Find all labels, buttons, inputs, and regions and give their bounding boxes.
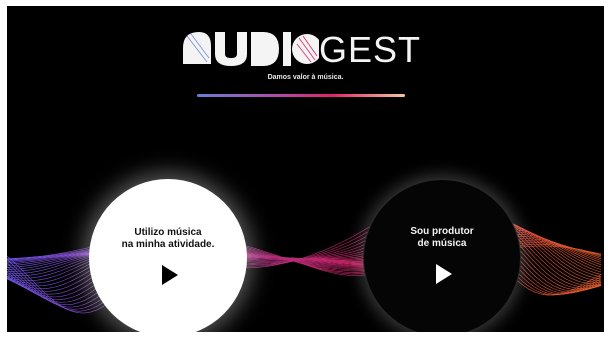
logo-wordmark: GEST bbox=[319, 29, 422, 70]
producer-label: Sou produtor de música bbox=[410, 226, 474, 249]
landing-page: GEST Damos valor à música. Utilizo músic… bbox=[7, 6, 604, 332]
play-icon bbox=[162, 265, 178, 285]
producer-button[interactable]: Sou produtor de música bbox=[363, 179, 521, 332]
user-music-button[interactable]: Utilizo música na minha atividade. bbox=[89, 179, 247, 332]
user-music-label: Utilizo música na minha atividade. bbox=[121, 227, 215, 250]
gradient-divider bbox=[197, 94, 405, 97]
tagline: Damos valor à música. bbox=[267, 74, 344, 81]
play-icon bbox=[436, 264, 452, 284]
audiogest-logo[interactable]: GEST bbox=[179, 24, 429, 70]
logo-mark-icon bbox=[183, 32, 322, 66]
